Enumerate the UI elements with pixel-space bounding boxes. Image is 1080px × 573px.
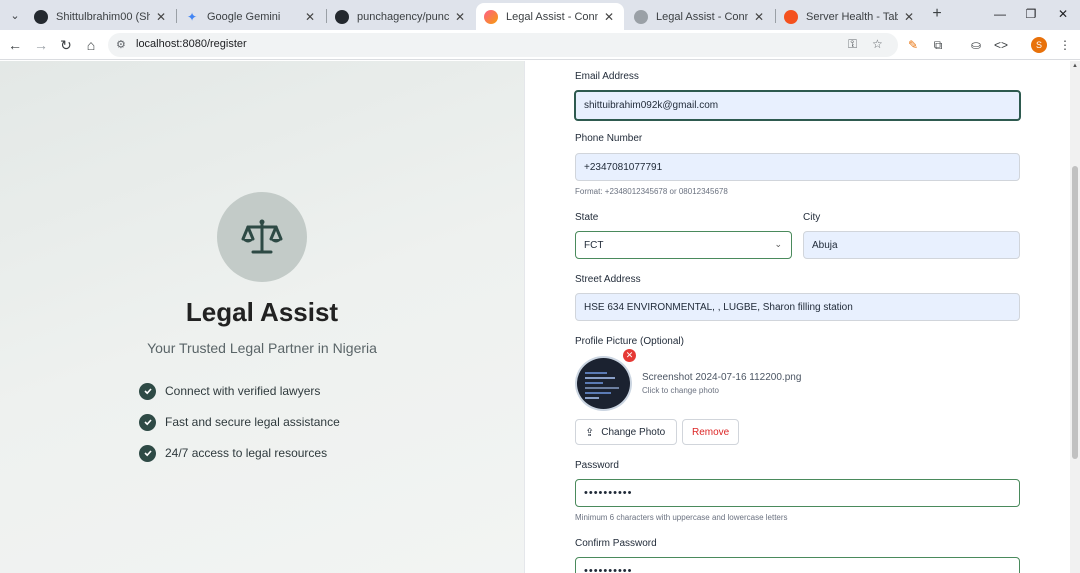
globe-icon bbox=[634, 9, 648, 24]
tab-title: Legal Assist - Connect with bbox=[656, 10, 748, 23]
tab-server-health[interactable]: Server Health - Table ✕ bbox=[776, 3, 924, 30]
city-label: City bbox=[803, 212, 821, 223]
forward-arrow-icon[interactable]: → bbox=[32, 36, 50, 54]
github-icon bbox=[34, 9, 48, 24]
file-hint: Click to change photo bbox=[642, 386, 719, 395]
tab-legal-assist-active[interactable]: Legal Assist - Connect with ✕ bbox=[476, 3, 624, 30]
change-photo-label: Change Photo bbox=[601, 426, 666, 438]
state-label: State bbox=[575, 212, 599, 223]
password-hint: Minimum 6 characters with uppercase and … bbox=[575, 513, 788, 522]
menu-kebab-icon[interactable]: ⋮ bbox=[1056, 36, 1074, 54]
remove-photo-button[interactable]: Remove bbox=[682, 419, 739, 445]
state-select[interactable]: FCT ⌄ bbox=[575, 231, 792, 259]
tagline: Your Trusted Legal Partner in Nigeria bbox=[147, 340, 377, 356]
avatar[interactable]: S bbox=[1031, 37, 1047, 53]
feature-text: Fast and secure legal assistance bbox=[165, 415, 340, 429]
tab-title: Legal Assist - Connect with bbox=[506, 10, 598, 23]
password-field[interactable]: •••••••••• bbox=[575, 479, 1020, 507]
upload-icon: ⇪ bbox=[585, 426, 595, 439]
hero-panel: Legal Assist Your Trusted Legal Partner … bbox=[0, 61, 524, 573]
email-field[interactable]: shittuibrahim092k@gmail.com bbox=[574, 90, 1021, 121]
reload-icon[interactable]: ↻ bbox=[57, 36, 75, 54]
remove-photo-icon[interactable]: ✕ bbox=[623, 349, 636, 362]
feature-item: 24/7 access to legal resources bbox=[139, 444, 327, 462]
change-photo-button[interactable]: ⇪ Change Photo bbox=[575, 419, 677, 445]
feature-text: Connect with verified lawyers bbox=[165, 384, 321, 398]
tab-search-icon[interactable]: ⌄ bbox=[4, 4, 26, 26]
close-icon[interactable]: ✕ bbox=[902, 10, 916, 24]
incognito-icon[interactable]: ⛀ bbox=[967, 36, 985, 54]
tab-title: Server Health - Table bbox=[806, 10, 898, 23]
browser-toolbar: ← → ↻ ⌂ ⚙ localhost:8080/register ⚿ ☆ ✎ … bbox=[0, 30, 1080, 60]
tab-title: Shittulbrahim00 (Shittulbr bbox=[56, 10, 150, 23]
scroll-up-icon[interactable]: ▲ bbox=[1072, 63, 1078, 69]
extensions-icon[interactable]: ⧉ bbox=[929, 36, 947, 54]
close-icon[interactable]: ✕ bbox=[752, 10, 766, 24]
gemini-icon: ✦ bbox=[186, 9, 198, 24]
site-info-icon[interactable]: ⚙ bbox=[116, 38, 126, 51]
bookmark-star-icon[interactable]: ☆ bbox=[872, 37, 883, 51]
street-label: Street Address bbox=[575, 274, 641, 285]
tab-title: Google Gemini bbox=[207, 10, 281, 23]
tab-gemini[interactable]: ✦ Google Gemini ✕ bbox=[177, 3, 325, 30]
city-field[interactable]: Abuja bbox=[803, 231, 1020, 259]
phone-label: Phone Number bbox=[575, 133, 643, 144]
check-icon bbox=[139, 444, 156, 462]
feature-item: Connect with verified lawyers bbox=[139, 382, 320, 400]
new-tab-button[interactable]: + bbox=[928, 5, 946, 23]
devtools-icon[interactable]: <> bbox=[992, 36, 1010, 54]
feature-text: 24/7 access to legal resources bbox=[165, 446, 328, 460]
remove-photo-label: Remove bbox=[692, 426, 730, 438]
app-icon bbox=[484, 9, 498, 24]
close-icon[interactable]: ✕ bbox=[453, 10, 467, 24]
password-label: Password bbox=[575, 460, 619, 471]
street-field[interactable]: HSE 634 ENVIRONMENTAL, , LUGBE, Sharon f… bbox=[575, 293, 1020, 321]
check-icon bbox=[139, 382, 156, 400]
profile-picture-label: Profile Picture (Optional) bbox=[575, 336, 684, 347]
check-icon bbox=[139, 413, 156, 431]
profile-photo-preview[interactable] bbox=[575, 356, 632, 411]
address-bar[interactable]: ⚙ localhost:8080/register ⚿ ☆ bbox=[108, 33, 898, 57]
close-icon[interactable]: ✕ bbox=[303, 10, 317, 24]
server-icon bbox=[784, 9, 798, 24]
tab-legal-assist-2[interactable]: Legal Assist - Connect with ✕ bbox=[626, 3, 774, 30]
close-icon[interactable]: ✕ bbox=[602, 10, 616, 24]
confirm-password-field[interactable]: •••••••••• bbox=[575, 557, 1020, 573]
phone-hint: Format: +2348012345678 or 08012345678 bbox=[575, 187, 728, 196]
tab-strip: ⌄ Shittulbrahim00 (Shittulbr ✕ ✦ Google … bbox=[0, 0, 1080, 30]
feature-item: Fast and secure legal assistance bbox=[139, 413, 340, 431]
confirm-password-label: Confirm Password bbox=[575, 538, 657, 549]
pen-extension-icon[interactable]: ✎ bbox=[904, 36, 922, 54]
minimize-button[interactable]: — bbox=[988, 4, 1012, 24]
tab-title: punchagency/punch-mem bbox=[357, 10, 449, 23]
url-text[interactable]: localhost:8080/register bbox=[136, 38, 247, 50]
restore-button[interactable]: ❐ bbox=[1019, 4, 1043, 24]
phone-field[interactable]: +2347081077791 bbox=[575, 153, 1020, 181]
file-name: Screenshot 2024-07-16 112200.png bbox=[642, 372, 802, 383]
close-window-button[interactable]: ✕ bbox=[1051, 4, 1075, 24]
close-icon[interactable]: ✕ bbox=[154, 10, 168, 24]
scales-icon bbox=[217, 192, 307, 282]
home-icon[interactable]: ⌂ bbox=[82, 36, 100, 54]
tab-github-2[interactable]: punchagency/punch-mem ✕ bbox=[327, 3, 475, 30]
back-arrow-icon[interactable]: ← bbox=[6, 36, 24, 54]
email-label: Email Address bbox=[575, 71, 639, 82]
password-key-icon[interactable]: ⚿ bbox=[848, 37, 857, 52]
brand-title: Legal Assist bbox=[185, 297, 339, 327]
tab-github-1[interactable]: Shittulbrahim00 (Shittulbr ✕ bbox=[26, 3, 176, 30]
state-value: FCT bbox=[584, 239, 604, 251]
chevron-down-icon: ⌄ bbox=[774, 239, 782, 249]
registration-form: Email Address shittuibrahim092k@gmail.co… bbox=[524, 61, 1070, 573]
github-icon bbox=[335, 9, 349, 24]
scrollbar-thumb[interactable] bbox=[1072, 166, 1078, 459]
